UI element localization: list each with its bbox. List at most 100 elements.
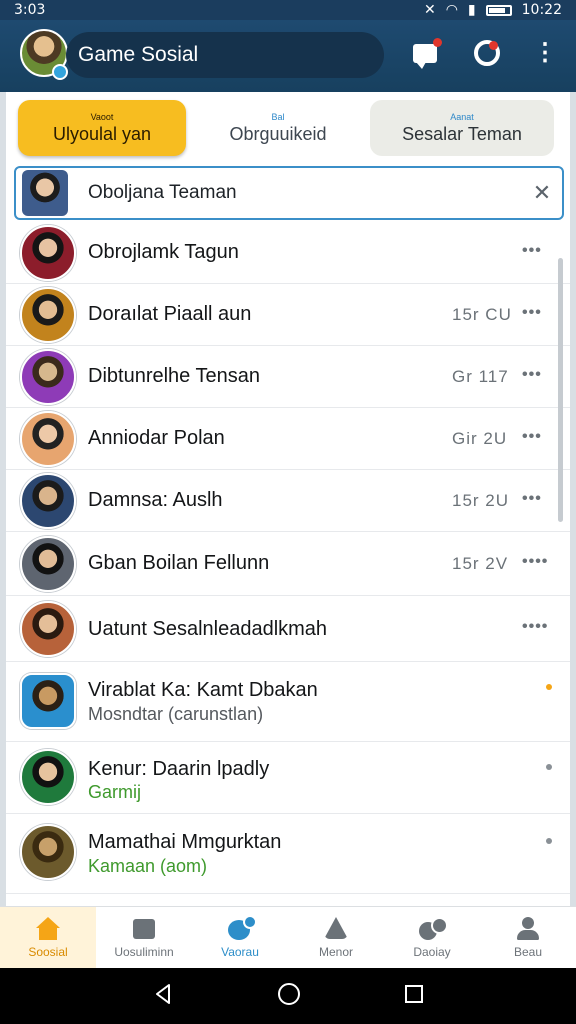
contact-name: Damnsa: Auslh (88, 489, 223, 511)
status-icons: ✕ ◠ ▮ 10:22 (424, 2, 562, 18)
list-item[interactable]: Mamathai Mmgurktan Kamaan (aom) (6, 814, 570, 894)
nav-item-social[interactable]: Soosial (0, 907, 96, 968)
nav-item-profile[interactable]: Beau (480, 907, 576, 968)
tab-bar: Vaoot Ulyoulal yan Bal Obrguuikeid Aanat… (6, 92, 570, 164)
timestamp: 15r 2U (452, 491, 510, 510)
game-icon (227, 914, 257, 941)
tab-1[interactable]: Vaoot Ulyoulal yan (18, 100, 186, 156)
daily-icon (419, 916, 448, 941)
nav-label: Vaorau (221, 944, 259, 959)
home-button-icon[interactable] (276, 981, 302, 1012)
app-title: Game Sosial (66, 32, 384, 78)
search-input[interactable]: Oboljana Teaman (88, 182, 522, 204)
avatar (22, 170, 68, 216)
more-icon[interactable]: ••• (522, 304, 542, 322)
contact-name: Obrojlamk Tagun (88, 241, 239, 263)
scrollbar[interactable] (558, 258, 563, 522)
timestamp: Gr 117 (452, 367, 509, 386)
contact-name: Kenur: Daarin lpadly (88, 758, 270, 780)
search-field[interactable]: Oboljana Teaman ✕ (14, 166, 564, 220)
tab-caption: Vaoot (90, 111, 114, 122)
more-icon[interactable]: •••• (522, 618, 548, 636)
avatar (20, 536, 76, 592)
mentor-icon (323, 916, 349, 941)
list-item[interactable]: Virablat Ka: Kamt Dbakan Mosndtar (carun… (6, 662, 570, 742)
list-item[interactable]: Damnsa: Auslh 15r 2U ••• (6, 470, 570, 532)
list-item[interactable]: Kenur: Daarin lpadly Garmij (6, 742, 570, 814)
list-item[interactable]: Gban Boilan Fellunn 15r 2V •••• (6, 532, 570, 596)
status-dot-icon (546, 764, 552, 770)
more-icon[interactable]: •••• (522, 553, 548, 571)
wifi-icon: ◠ (445, 2, 458, 18)
more-icon[interactable]: ••• (522, 490, 542, 508)
nav-item-game[interactable]: Vaorau (192, 907, 288, 968)
online-status-icon (52, 64, 68, 80)
more-icon[interactable]: ⋮ (530, 38, 560, 68)
contact-list[interactable]: Oboljana Teaman ✕ Obrojlamk Tagun ••• Do… (6, 164, 570, 906)
avatar (20, 349, 76, 405)
status-dot-icon (546, 838, 552, 844)
contact-name: Anniodar Polan (88, 427, 225, 449)
contact-status: Mosndtar (carunstlan) (88, 704, 264, 724)
avatar (20, 411, 76, 467)
list-item[interactable]: Obrojlamk Tagun ••• (6, 222, 570, 284)
avatar (20, 601, 76, 657)
contact-status: Kamaan (aom) (88, 856, 208, 876)
app-header: Game Sosial ⋮ (0, 20, 576, 92)
chat-icon[interactable] (410, 38, 442, 69)
nav-item-daily[interactable]: Daoiay (384, 907, 480, 968)
system-nav-bar (0, 968, 576, 1024)
signal-icon: ▮ (467, 2, 476, 18)
recents-icon[interactable] (403, 983, 425, 1010)
contact-name: Virablat Ka: Kamt Dbakan (88, 679, 318, 701)
tab-3[interactable]: Aanat Sesalar Teman (370, 100, 554, 156)
bottom-nav: Soosial Uosuliminn Vaorau Menor Daoiay B… (0, 906, 576, 968)
nav-label: Uosuliminn (114, 944, 174, 959)
more-icon[interactable]: ••• (522, 242, 542, 260)
battery-icon (485, 4, 512, 16)
contact-status: Garmij (88, 782, 141, 802)
timestamp: 15r CU (452, 305, 512, 324)
status-bar: 3:03 ✕ ◠ ▮ 10:22 (0, 0, 576, 20)
nav-label: Beau (513, 944, 543, 959)
mute-icon: ✕ (423, 2, 436, 18)
timestamp: Gir 2U (452, 429, 508, 448)
close-icon[interactable]: ✕ (522, 180, 562, 206)
nav-item-mentor[interactable]: Menor (288, 907, 384, 968)
status-dot-icon (546, 684, 552, 690)
page-title: Game Sosial (78, 43, 199, 66)
tab-label: Ulyoulal yan (52, 123, 152, 144)
status-time: 3:03 (14, 2, 46, 18)
tab-caption: Aanat (450, 111, 474, 122)
list-item[interactable]: Uatunt Sesalnleadadlkmah •••• (6, 596, 570, 662)
nav-label: Daoiay (413, 944, 451, 959)
avatar (20, 673, 76, 729)
tab-label: Sesalar Teman (402, 123, 522, 144)
list-item[interactable]: Doraılat Piaall aun 15r CU ••• (6, 284, 570, 346)
notification-icon[interactable] (472, 38, 502, 68)
nav-label: Soosial (28, 944, 68, 959)
contact-name: Uatunt Sesalnleadadlkmah (88, 618, 328, 640)
home-icon (35, 916, 61, 941)
nav-item-store[interactable]: Uosuliminn (96, 907, 192, 968)
tab-label: Obrguuikeid (229, 123, 327, 144)
contact-name: Mamathai Mmgurktan (88, 831, 282, 853)
avatar (20, 287, 76, 343)
timestamp: 15r 2V (452, 554, 509, 573)
store-icon (131, 917, 157, 941)
user-icon (515, 916, 541, 941)
more-icon[interactable]: ••• (522, 428, 542, 446)
status-clock: 10:22 (521, 2, 562, 18)
avatar (20, 824, 76, 880)
contact-name: Dibtunrelhe Tensan (88, 365, 260, 387)
list-item[interactable]: Anniodar Polan Gir 2U ••• (6, 408, 570, 470)
nav-label: Menor (318, 944, 353, 959)
back-icon[interactable] (151, 982, 175, 1011)
contact-name: Gban Boilan Fellunn (88, 552, 270, 574)
avatar (20, 749, 76, 805)
avatar (20, 473, 76, 529)
avatar (20, 225, 76, 281)
tab-2[interactable]: Bal Obrguuikeid (198, 100, 358, 156)
list-item[interactable]: Dibtunrelhe Tensan Gr 117 ••• (6, 346, 570, 408)
more-icon[interactable]: ••• (522, 366, 542, 384)
